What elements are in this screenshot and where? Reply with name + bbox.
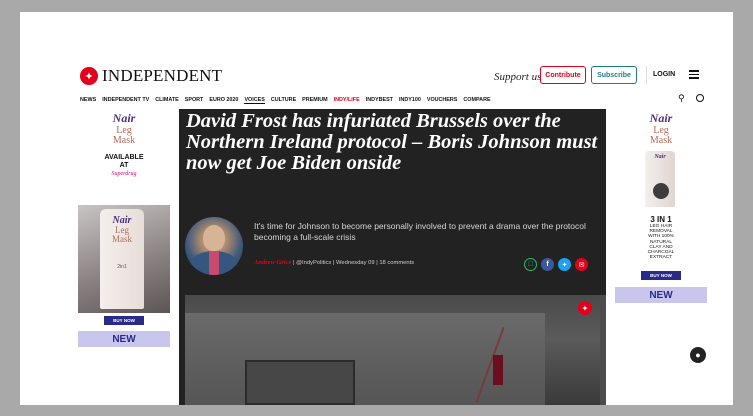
byline-meta: | @IndyPolitics | Wednesday 09 | 18 comm…	[291, 260, 415, 266]
menu-icon[interactable]	[689, 70, 699, 79]
search-icon[interactable]: ⚲	[678, 93, 685, 104]
globe-icon[interactable]	[696, 94, 704, 102]
nav-item-voices[interactable]: VOICES	[244, 97, 265, 104]
main-nav: NEWS INDEPENDENT TV CLIMATE SPORT EURO 2…	[80, 93, 720, 107]
header-divider	[646, 66, 647, 84]
eagle-logo-icon: ✦	[80, 67, 98, 85]
ad-right-product-image: Nair	[637, 151, 685, 211]
ad-product-image: Nair Leg Mask 2in1	[78, 205, 170, 313]
left-advert[interactable]: Nair Leg Mask AVAILABLE AT Superdrug Nai…	[78, 109, 170, 349]
share-bar: □ f ✦ ✉	[524, 258, 588, 271]
facebook-icon[interactable]: f	[541, 258, 554, 271]
right-advert[interactable]: Nair Leg Mask Nair 3 IN 1 LEG HAIR REMOV…	[615, 109, 707, 309]
ad-right-tube-brand: Nair	[654, 154, 666, 160]
bookmark-icon[interactable]: □	[524, 258, 537, 271]
browser-viewport: ✦ INDEPENDENT Support us Contribute Subs…	[20, 12, 733, 405]
notification-bell-icon[interactable]: ●	[690, 347, 706, 363]
logo-text: INDEPENDENT	[102, 66, 223, 85]
ad-available: AVAILABLE	[104, 154, 144, 161]
nav-item-euro-2020[interactable]: EURO 2020	[209, 97, 238, 103]
ad-buy-now-button[interactable]: BUY NOW	[104, 316, 144, 325]
nav-item-climate[interactable]: CLIMATE	[155, 97, 179, 103]
subscribe-button[interactable]: Subscribe	[591, 66, 637, 84]
nav-item-compare[interactable]: COMPARE	[463, 97, 490, 103]
login-link[interactable]: LOGIN	[653, 71, 675, 78]
nav-item-premium[interactable]: PREMIUM	[302, 97, 327, 103]
ad-right-new-band: NEW	[615, 287, 707, 303]
ad-right-headline: 3 IN 1	[650, 215, 672, 224]
article-headline: David Frost has infuriated Brussels over…	[186, 110, 598, 174]
product-tube: Nair Leg Mask 2in1	[100, 209, 144, 309]
ad-retailer: Superdrug	[111, 171, 137, 177]
nav-item-vouchers[interactable]: VOUCHERS	[427, 97, 458, 103]
ad-right-product-line2: Mask	[649, 135, 673, 146]
twitter-icon[interactable]: ✦	[558, 258, 571, 271]
nav-item-independent-tv[interactable]: INDEPENDENT TV	[102, 97, 149, 103]
ad-right-sub7: EXTRACT	[649, 255, 673, 261]
support-us-text: Support us	[494, 71, 542, 83]
nav-item-indy100[interactable]: INDY100	[399, 97, 421, 103]
independent-badge-icon: ✦	[578, 301, 592, 315]
ad-right-brand: Nair	[649, 111, 673, 125]
hero-image-edge	[600, 295, 606, 405]
article-hero: David Frost has infuriated Brussels over…	[179, 109, 606, 405]
ad-new-band: NEW	[78, 331, 170, 347]
article-hero-image	[185, 295, 600, 405]
author-avatar[interactable]	[185, 217, 243, 275]
ad-brand: Nair	[112, 111, 136, 125]
site-logo[interactable]: ✦ INDEPENDENT	[80, 66, 222, 86]
article-standfirst: It's time for Johnson to become personal…	[254, 221, 586, 242]
site-header: ✦ INDEPENDENT Support us Contribute Subs…	[80, 62, 720, 110]
nav-item-culture[interactable]: CULTURE	[271, 97, 296, 103]
ad-product-line2: Mask	[112, 135, 136, 146]
ad-at: AT	[119, 162, 129, 169]
ad-right-buy-now-button[interactable]: BUY NOW	[641, 271, 681, 280]
tube-small: 2in1	[117, 264, 127, 270]
nav-item-indybest[interactable]: INDYBEST	[366, 97, 393, 103]
tube-line2: Mask	[112, 234, 132, 244]
mail-icon[interactable]: ✉	[575, 258, 588, 271]
nav-item-sport[interactable]: SPORT	[185, 97, 204, 103]
nav-item-indy-life[interactable]: INDY/LIFE	[334, 97, 360, 103]
contribute-button[interactable]: Contribute	[540, 66, 586, 84]
article-byline: Andrew Grice | @IndyPolitics | Wednesday…	[254, 259, 414, 266]
nav-item-news[interactable]: NEWS	[80, 97, 96, 103]
author-link[interactable]: Andrew Grice	[254, 259, 291, 266]
